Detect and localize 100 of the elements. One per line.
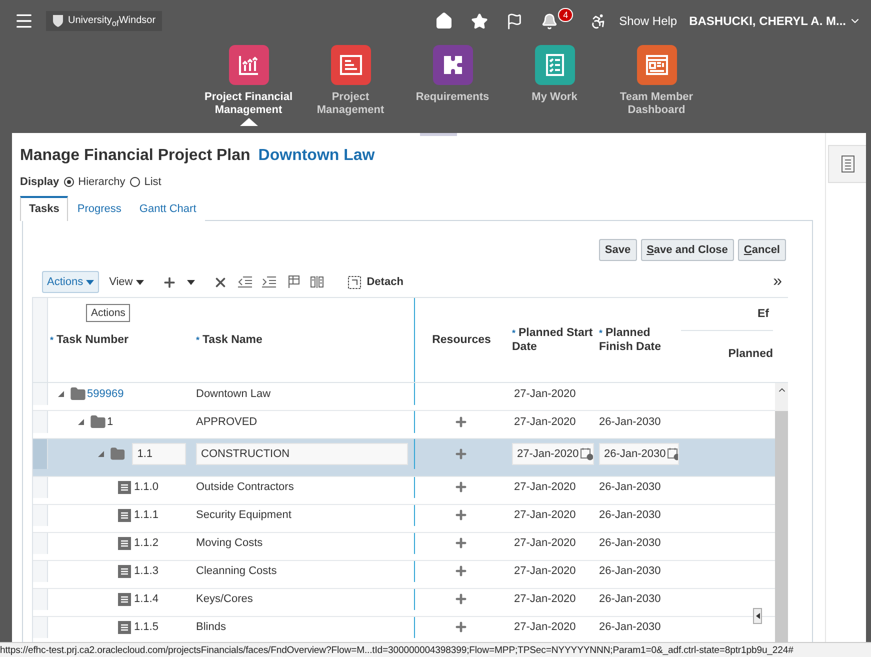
task-icon: [118, 620, 131, 634]
task-name: Blinds: [196, 621, 226, 634]
calendar-icon[interactable]: [666, 446, 678, 461]
task-name: Keys/Cores: [196, 593, 253, 606]
bar-chart-icon: [236, 53, 260, 77]
action-button[interactable]: Save: [598, 239, 637, 261]
notification-badge: 4: [558, 8, 574, 22]
detach-button[interactable]: Detach: [348, 276, 404, 288]
table-row[interactable]: 1.1.0 Outside Contractors 27-Jan-2020 26-Jan-2030: [33, 477, 775, 505]
university-logo[interactable]: University$_{of}$Windsor: [46, 11, 162, 31]
table-icon[interactable]: [286, 275, 300, 289]
nav-tile[interactable]: Team Member Dashboard: [606, 45, 708, 117]
column-header: Planned: [728, 348, 773, 360]
task-icon: [118, 508, 131, 522]
task-icon: [118, 592, 131, 606]
tab[interactable]: Tasks: [20, 196, 68, 221]
task-number: 1.1.5: [134, 621, 158, 634]
add-resource-icon[interactable]: [454, 414, 468, 429]
task-number: 1.1.0: [134, 481, 158, 494]
group-header: Ef: [758, 308, 769, 320]
column-header: Resources: [432, 333, 491, 347]
task-name: APPROVED: [196, 416, 258, 428]
collapse-icon[interactable]: [58, 390, 64, 397]
finish-date: 26-Jan-2030: [599, 509, 661, 522]
folder-icon: [90, 414, 106, 430]
task-number: 1.1.4: [134, 593, 158, 606]
table-row[interactable]: 1.1.4 Keys/Cores 27-Jan-2020 26-Jan-2030: [33, 589, 775, 617]
collapse-icon[interactable]: [98, 450, 104, 457]
add-resource-icon[interactable]: [454, 536, 468, 550]
finish-date: 26-Jan-2030: [599, 593, 661, 606]
action-button[interactable]: Save and Close: [640, 239, 734, 261]
table-row[interactable]: 1.1 CONSTRUCTION 27-Jan-2020 26-Jan-2030: [33, 439, 775, 477]
action-button[interactable]: Cancel: [738, 239, 786, 261]
table-row[interactable]: 599969 Downtown Law 27-Jan-2020: [33, 383, 775, 411]
finish-date: 26-Jan-2030: [599, 565, 661, 578]
start-date: 27-Jan-2020: [514, 593, 576, 606]
task-number-link[interactable]: 599969: [87, 388, 124, 400]
column-header: * Planned Finish Date: [599, 326, 662, 354]
add-resource-icon[interactable]: [454, 592, 468, 606]
table-row[interactable]: 1 APPROVED 27-Jan-2020 26-Jan-2030: [33, 411, 775, 439]
radio-button[interactable]: [64, 177, 74, 187]
start-date: 27-Jan-2020: [514, 565, 576, 578]
scrollbar[interactable]: [775, 383, 788, 642]
column-header: * Planned Start Date: [512, 326, 594, 354]
display-label: Display: [20, 176, 60, 188]
finish-date-field[interactable]: 26-Jan-2030: [599, 442, 679, 465]
actions-menu[interactable]: Actions: [42, 271, 100, 293]
add-resource-icon[interactable]: [454, 480, 468, 494]
radio-button[interactable]: [130, 177, 140, 187]
arrow-icon: [756, 613, 760, 619]
tooltip: Actions: [86, 304, 130, 322]
finish-date: 26-Jan-2030: [599, 537, 661, 550]
add-resource-icon[interactable]: [454, 446, 468, 461]
flag-icon[interactable]: [506, 12, 524, 30]
user-menu[interactable]: BASHUCKI, CHERYL A. M...: [689, 14, 861, 28]
add-resource-icon[interactable]: [454, 564, 468, 578]
add-icon[interactable]: [162, 274, 177, 290]
panel-toggle-button[interactable]: [828, 145, 866, 183]
add-resource-icon[interactable]: [454, 508, 468, 522]
nav-tile[interactable]: Requirements: [402, 45, 504, 104]
task-number: 1.1.3: [134, 565, 158, 578]
radio-label[interactable]: Hierarchy: [78, 176, 126, 188]
start-date-field[interactable]: 27-Jan-2020: [512, 442, 594, 465]
caret-icon[interactable]: [186, 280, 195, 284]
shield-icon: [52, 14, 64, 28]
folder-icon: [70, 386, 86, 402]
table-row[interactable]: 1.1.2 Moving Costs 27-Jan-2020 26-Jan-2030: [33, 533, 775, 561]
collapse-icon[interactable]: [78, 418, 84, 425]
start-date: 27-Jan-2020: [514, 621, 576, 634]
task-name: Downtown Law: [196, 388, 271, 400]
radio-label[interactable]: List: [144, 176, 162, 188]
nav-tile[interactable]: Project Financial Management: [198, 45, 300, 117]
calendar-icon[interactable]: [580, 446, 593, 461]
show-help-link[interactable]: Show Help: [619, 14, 678, 28]
task-number: 1.1.1: [134, 509, 158, 522]
add-resource-icon[interactable]: [454, 620, 468, 634]
nav-tile[interactable]: My Work: [504, 45, 606, 104]
outdent-icon[interactable]: [238, 276, 252, 288]
start-date: 27-Jan-2020: [514, 416, 576, 428]
more-button[interactable]: »: [773, 273, 782, 291]
start-date: 27-Jan-2020: [514, 537, 576, 550]
notifications-icon[interactable]: [541, 12, 558, 30]
detach-icon: [348, 276, 361, 288]
column-header: * Task Number: [50, 333, 129, 347]
nav-tile[interactable]: Project Management: [300, 45, 402, 117]
star-icon[interactable]: [471, 12, 488, 30]
task-name-field[interactable]: CONSTRUCTION: [196, 442, 408, 465]
columns-icon[interactable]: [310, 275, 324, 289]
task-icon: [118, 564, 131, 578]
table-row[interactable]: 1.1.1 Security Equipment 27-Jan-2020 26-Jan-2030: [33, 505, 775, 533]
collapse-arrow-button[interactable]: [753, 608, 762, 624]
start-date: 27-Jan-2020: [514, 481, 576, 494]
task-number-field[interactable]: 1.1: [132, 442, 186, 465]
project-link[interactable]: Downtown Law: [258, 147, 375, 165]
table-row[interactable]: 1.1.3 Cleanning Costs 27-Jan-2020 26-Jan-2030: [33, 561, 775, 589]
start-date: 27-Jan-2020: [514, 509, 576, 522]
task-name: Outside Contractors: [196, 481, 294, 494]
indent-icon[interactable]: [262, 276, 276, 288]
home-icon[interactable]: [435, 12, 454, 30]
view-menu[interactable]: View: [109, 276, 144, 288]
